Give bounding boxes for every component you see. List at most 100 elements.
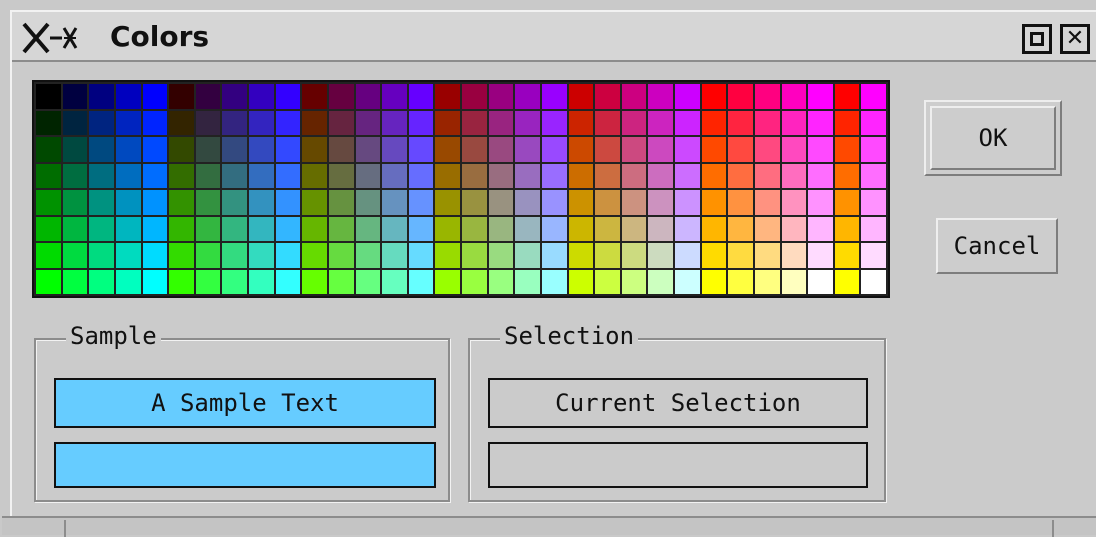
palette-swatch[interactable] [382, 163, 407, 188]
palette-swatch[interactable] [568, 163, 594, 188]
palette-swatch[interactable] [675, 190, 700, 215]
palette-swatch[interactable] [89, 137, 114, 162]
palette-swatch[interactable] [249, 137, 274, 162]
palette-swatch[interactable] [115, 243, 141, 268]
palette-swatch[interactable] [169, 190, 194, 215]
palette-swatch[interactable] [675, 243, 700, 268]
palette-swatch[interactable] [595, 110, 620, 135]
palette-swatch[interactable] [701, 84, 727, 109]
palette-swatch[interactable] [488, 243, 514, 268]
palette-swatch[interactable] [648, 163, 673, 188]
palette-swatch[interactable] [808, 190, 833, 215]
cancel-button[interactable]: Cancel [936, 218, 1058, 274]
palette-swatch[interactable] [621, 216, 647, 241]
palette-swatch[interactable] [834, 269, 860, 294]
palette-swatch[interactable] [275, 163, 301, 188]
palette-swatch[interactable] [222, 190, 247, 215]
palette-swatch[interactable] [408, 110, 434, 135]
palette-swatch[interactable] [515, 110, 540, 135]
palette-swatch[interactable] [754, 137, 780, 162]
palette-swatch[interactable] [541, 190, 567, 215]
palette-swatch[interactable] [462, 137, 487, 162]
palette-swatch[interactable] [382, 110, 407, 135]
palette-swatch[interactable] [754, 110, 780, 135]
palette-swatch[interactable] [275, 110, 301, 135]
palette-swatch[interactable] [169, 163, 194, 188]
palette-swatch[interactable] [648, 137, 673, 162]
palette-swatch[interactable] [355, 243, 381, 268]
palette-swatch[interactable] [169, 269, 194, 294]
palette-swatch[interactable] [861, 216, 886, 241]
palette-swatch[interactable] [169, 110, 194, 135]
palette-swatch[interactable] [648, 84, 673, 109]
palette-swatch[interactable] [781, 216, 807, 241]
palette-swatch[interactable] [488, 216, 514, 241]
palette-swatch[interactable] [515, 137, 540, 162]
palette-swatch[interactable] [249, 110, 274, 135]
palette-swatch[interactable] [222, 163, 247, 188]
palette-swatch[interactable] [675, 216, 700, 241]
palette-swatch[interactable] [408, 137, 434, 162]
palette-swatch[interactable] [275, 137, 301, 162]
palette-swatch[interactable] [195, 110, 221, 135]
palette-swatch[interactable] [701, 216, 727, 241]
palette-swatch[interactable] [568, 137, 594, 162]
palette-swatch[interactable] [355, 163, 381, 188]
title-bar[interactable]: Colors ✕ [12, 12, 1096, 62]
palette-swatch[interactable] [515, 190, 540, 215]
palette-swatch[interactable] [302, 84, 327, 109]
palette-swatch[interactable] [515, 269, 540, 294]
palette-swatch[interactable] [488, 269, 514, 294]
palette-swatch[interactable] [222, 84, 247, 109]
palette-swatch[interactable] [142, 110, 168, 135]
palette-swatch[interactable] [142, 269, 168, 294]
palette-swatch[interactable] [568, 110, 594, 135]
palette-swatch[interactable] [142, 163, 168, 188]
palette-swatch[interactable] [142, 84, 168, 109]
palette-swatch[interactable] [36, 243, 61, 268]
palette-swatch[interactable] [275, 269, 301, 294]
palette-swatch[interactable] [834, 243, 860, 268]
palette-swatch[interactable] [328, 269, 354, 294]
palette-swatch[interactable] [169, 137, 194, 162]
palette-swatch[interactable] [701, 137, 727, 162]
palette-swatch[interactable] [595, 243, 620, 268]
palette-swatch[interactable] [195, 243, 221, 268]
palette-swatch[interactable] [195, 137, 221, 162]
palette-swatch[interactable] [568, 216, 594, 241]
palette-swatch[interactable] [648, 110, 673, 135]
palette-swatch[interactable] [781, 243, 807, 268]
palette-swatch[interactable] [728, 243, 753, 268]
palette-swatch[interactable] [169, 84, 194, 109]
palette-swatch[interactable] [328, 243, 354, 268]
palette-swatch[interactable] [488, 137, 514, 162]
palette-swatch[interactable] [328, 110, 354, 135]
palette-swatch[interactable] [462, 190, 487, 215]
palette-swatch[interactable] [275, 190, 301, 215]
palette-swatch[interactable] [89, 110, 114, 135]
palette-swatch[interactable] [675, 163, 700, 188]
palette-swatch[interactable] [541, 84, 567, 109]
palette-swatch[interactable] [249, 216, 274, 241]
palette-swatch[interactable] [754, 84, 780, 109]
palette-swatch[interactable] [621, 163, 647, 188]
palette-swatch[interactable] [115, 216, 141, 241]
palette-swatch[interactable] [382, 137, 407, 162]
ok-button[interactable]: OK [924, 100, 1062, 176]
palette-swatch[interactable] [355, 110, 381, 135]
palette-swatch[interactable] [568, 190, 594, 215]
palette-swatch[interactable] [142, 216, 168, 241]
palette-swatch[interactable] [62, 269, 88, 294]
palette-swatch[interactable] [834, 163, 860, 188]
palette-swatch[interactable] [115, 84, 141, 109]
palette-swatch[interactable] [36, 269, 61, 294]
palette-swatch[interactable] [808, 269, 833, 294]
palette-swatch[interactable] [834, 110, 860, 135]
palette-swatch[interactable] [408, 190, 434, 215]
palette-swatch[interactable] [195, 84, 221, 109]
palette-swatch[interactable] [781, 84, 807, 109]
palette-swatch[interactable] [36, 110, 61, 135]
palette-swatch[interactable] [36, 190, 61, 215]
palette-swatch[interactable] [754, 269, 780, 294]
palette-swatch[interactable] [781, 190, 807, 215]
